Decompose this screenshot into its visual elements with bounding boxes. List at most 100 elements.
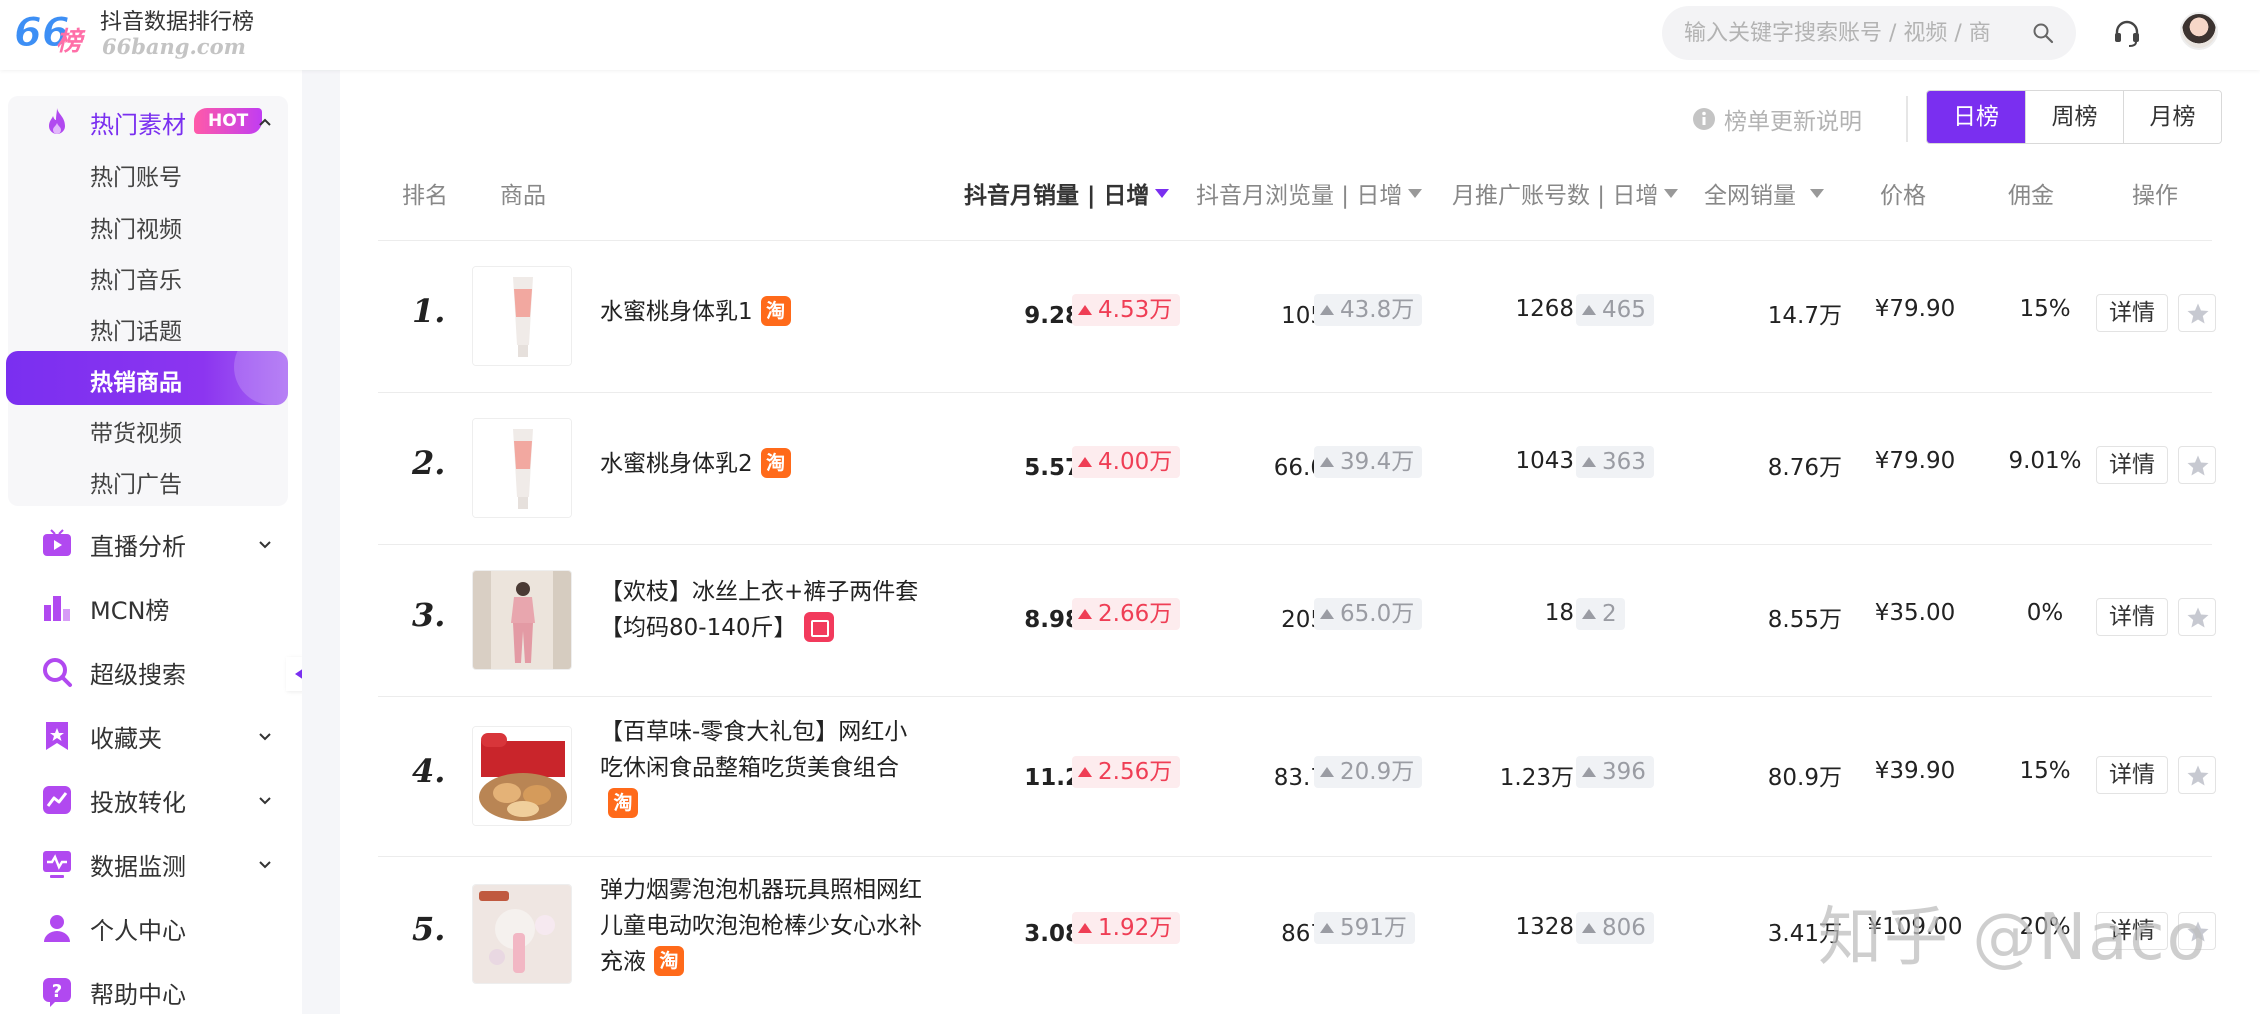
chevron-down-icon[interactable]	[256, 535, 274, 553]
product-name[interactable]: 【欢枝】冰丝上衣+裤子两件套【均码80-140斤】	[600, 574, 930, 646]
product-thumbnail[interactable]	[472, 570, 572, 670]
promo-accounts: 1043	[1515, 448, 1574, 474]
svg-text:榜: 榜	[56, 27, 86, 57]
search-input[interactable]	[1684, 6, 2024, 60]
update-note-link[interactable]: 榜单更新说明	[1692, 102, 1862, 136]
sort-desc-icon	[1810, 188, 1824, 198]
sidebar-item-label: 热门素材	[90, 110, 186, 139]
detail-button[interactable]: 详情	[2096, 294, 2168, 332]
product-name[interactable]: 弹力烟雾泡泡机器玩具照相网红儿童电动吹泡泡枪棒少女心水补充液淘	[600, 872, 930, 980]
price: ¥39.90	[1874, 758, 1956, 784]
chevron-up-icon[interactable]	[256, 113, 274, 131]
detail-button[interactable]: 详情	[2096, 446, 2168, 484]
sidebar-sub-item-active[interactable]: 热销商品	[6, 351, 288, 405]
product-thumbnail[interactable]	[472, 266, 572, 366]
column-header-promo-accounts[interactable]: 月推广账号数 | 日增	[1452, 176, 1679, 210]
product-name[interactable]: 水蜜桃身体乳1 淘	[600, 294, 930, 330]
delta-value: 591万	[1340, 915, 1407, 941]
table-row[interactable]: 1. 水蜜桃身体乳1淘 9.28万 4.53万 105万 43.8万 1268 …	[340, 240, 2260, 392]
tv-icon	[43, 529, 71, 556]
favorite-button[interactable]	[2178, 756, 2216, 794]
arrow-up-icon	[1582, 457, 1596, 467]
sidebar-item-monitor[interactable]: 数据监测	[0, 838, 300, 890]
arrow-up-icon	[1078, 609, 1092, 619]
douyin-shop-icon	[804, 611, 835, 642]
sidebar-item-profile[interactable]: 个人中心	[0, 902, 300, 954]
commission: 15%	[2019, 758, 2071, 784]
detail-button[interactable]: 详情	[2096, 912, 2168, 950]
tab-daily[interactable]: 日榜	[1927, 91, 2025, 143]
sidebar-item-help[interactable]: ? 帮助中心	[0, 966, 300, 1014]
product-name[interactable]: 水蜜桃身体乳2 淘	[600, 446, 930, 482]
sidebar-item-super-search[interactable]: 超级搜索	[0, 646, 300, 698]
arrow-up-icon	[1320, 609, 1334, 619]
accounts-delta: 465	[1576, 294, 1654, 326]
sidebar-item-hot-material[interactable]: 热门素材 HOT	[0, 96, 300, 148]
sidebar-sub-item[interactable]: 带货视频	[90, 414, 182, 448]
accounts-delta: 363	[1576, 446, 1654, 478]
product-name[interactable]: 【百草味-零食大礼包】网红小吃休闲食品整箱吃货美食组合淘	[600, 714, 930, 822]
rank-number: 3.	[412, 596, 446, 634]
chevron-down-icon[interactable]	[256, 727, 274, 745]
sidebar-item-label: 数据监测	[90, 852, 186, 881]
brand-url: 66bang.com	[102, 34, 246, 59]
tab-monthly[interactable]: 月榜	[2123, 91, 2221, 143]
sidebar-sub-item[interactable]: 热门账号	[90, 158, 182, 192]
tab-weekly[interactable]: 周榜	[2025, 91, 2123, 143]
total-sales: 3.41万	[1767, 921, 1842, 947]
avatar[interactable]	[2180, 12, 2218, 50]
sidebar-item-live[interactable]: 直播分析	[0, 518, 300, 570]
product-thumbnail[interactable]	[472, 726, 572, 826]
logo-icon[interactable]: 66 榜	[12, 4, 92, 60]
search-icon[interactable]	[2032, 22, 2054, 44]
sidebar-sub-item[interactable]: 热门话题	[90, 312, 182, 346]
commission: 9.01%	[2008, 448, 2082, 474]
column-header-action: 操作	[2132, 183, 2178, 209]
favorite-button[interactable]	[2178, 446, 2216, 484]
favorite-button[interactable]	[2178, 912, 2216, 950]
sidebar-item-mcn[interactable]: MCN榜	[0, 582, 300, 634]
brand-title: 抖音数据排行榜	[100, 10, 255, 35]
detail-button[interactable]: 详情	[2096, 756, 2168, 794]
column-header-total-sales[interactable]: 全网销量	[1704, 176, 1824, 210]
search-box[interactable]	[1662, 6, 2076, 60]
star-icon	[2187, 303, 2209, 324]
column-header-label: 抖音月浏览量 | 日增	[1196, 183, 1403, 209]
table-row[interactable]: 2. 水蜜桃身体乳2 淘 5.57万 4.00万 66.0万 39.4万 1043…	[340, 392, 2260, 544]
arrow-up-icon	[1320, 767, 1334, 777]
sidebar-sub-item[interactable]: 热门视频	[90, 210, 182, 244]
sidebar-item-conversion[interactable]: 投放转化	[0, 774, 300, 826]
bookmark-icon	[46, 722, 68, 750]
promo-accounts: 1328	[1515, 914, 1574, 940]
table-row[interactable]: 3. 【欢枝】冰丝上衣+裤子两件套【均码80-140斤】 8.98万 2.66万…	[340, 544, 2260, 696]
product-name-text: 【欢枝】冰丝上衣+裤子两件套【均码80-140斤】	[600, 579, 919, 641]
promo-accounts: 1.23万	[1499, 765, 1574, 791]
headset-icon[interactable]	[2112, 18, 2142, 48]
product-name-text: 水蜜桃身体乳2	[600, 451, 753, 477]
sidebar-item-label: 收藏夹	[90, 724, 162, 753]
column-header-label: 月推广账号数 | 日增	[1452, 183, 1659, 209]
chevron-down-icon[interactable]	[256, 855, 274, 873]
chevron-down-icon[interactable]	[256, 791, 274, 809]
favorite-button[interactable]	[2178, 598, 2216, 636]
detail-button[interactable]: 详情	[2096, 598, 2168, 636]
table-row[interactable]: 4. 【百草味-零食大礼包】网红小吃休闲食品整箱吃货美食组合淘 11.2万 2.…	[340, 696, 2260, 856]
product-thumbnail[interactable]	[472, 418, 572, 518]
column-header-monthly-sales[interactable]: 抖音月销量 | 日增	[964, 176, 1170, 210]
sidebar-sub-item[interactable]: 热门广告	[90, 465, 182, 499]
sidebar: 热门素材 HOT 热门账号 热门视频 热门音乐 热门话题 热销商品 带货视频 热…	[0, 70, 318, 1014]
delta-value: 465	[1602, 297, 1646, 323]
arrow-up-icon	[1078, 923, 1092, 933]
arrow-up-icon	[1320, 457, 1334, 467]
table-row[interactable]: 5. 弹力烟雾泡泡机器玩具照相网红儿童电动吹泡泡枪棒少女心水补充液淘 3.08万…	[340, 856, 2260, 1014]
column-header-monthly-views[interactable]: 抖音月浏览量 | 日增	[1196, 176, 1423, 210]
favorite-button[interactable]	[2178, 294, 2216, 332]
sidebar-item-favorites[interactable]: 收藏夹	[0, 710, 300, 762]
sidebar-sub-item[interactable]: 热门音乐	[90, 261, 182, 295]
commission: 15%	[2019, 296, 2071, 322]
sort-desc-icon	[1408, 188, 1423, 198]
main-content: 榜单更新说明 日榜 周榜 月榜 排名 商品 抖音月销量 | 日增 抖音月浏览量 …	[340, 70, 2260, 1014]
layout-gutter	[302, 70, 340, 1014]
product-thumbnail[interactable]	[472, 884, 572, 984]
price: ¥35.00	[1874, 600, 1956, 626]
